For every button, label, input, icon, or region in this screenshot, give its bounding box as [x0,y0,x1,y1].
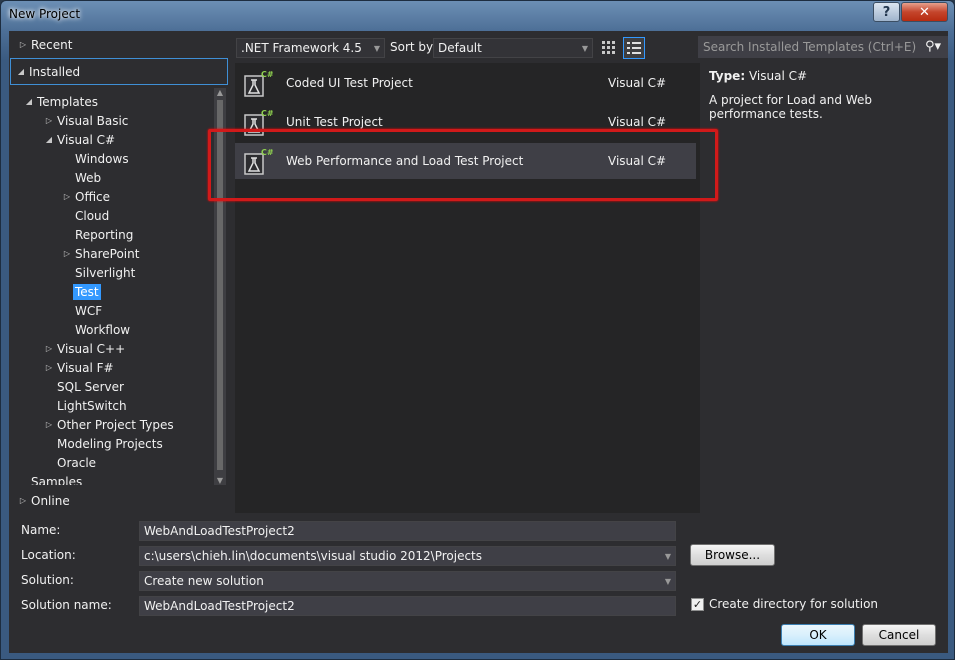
cancel-button[interactable]: Cancel [862,624,936,646]
solution-label: Solution: [21,573,74,587]
expand-arrow-icon[interactable]: ▷ [43,420,55,429]
framework-dropdown[interactable]: .NET Framework 4.5 ▼ [236,38,385,58]
tree-item-label: Test [73,283,101,300]
tree-item-label: Visual C# [57,132,116,147]
chevron-down-icon[interactable]: ▼ [665,552,671,561]
chevron-down-icon: ▼ [664,577,671,586]
expand-arrow-icon: ▷ [19,40,27,49]
tree-item-label: Office [75,189,111,204]
template-language: Visual C# [608,76,667,90]
list-view-icon [627,42,641,54]
browse-button[interactable]: Browse... [690,544,775,566]
template-name: Coded UI Test Project [286,76,413,90]
dialog-body: ▷ Recent ◢ Installed ◢ Templates ▷ Visual B… [9,31,948,653]
chevron-down-icon: ▼ [581,44,588,53]
tree-item-label: Visual F# [57,360,114,375]
help-button[interactable]: ? [873,2,900,22]
collapse-arrow-icon[interactable]: ◢ [43,135,55,144]
search-icon[interactable]: ⚲▾ [925,39,941,54]
tree-item-label: SharePoint [75,246,140,261]
solution-name-input[interactable]: WebAndLoadTestProject2 [139,596,676,616]
type-line: Type: Visual C# [709,69,939,83]
window-title: New Project [9,7,81,21]
templates-toolbar: .NET Framework 4.5 ▼ Sort by: Default ▼ [235,37,700,59]
csharp-badge: C# [261,109,273,118]
chevron-down-icon: ▼ [373,44,380,53]
medium-icons-view-button[interactable] [598,37,620,59]
location-combobox[interactable]: c:\users\chieh.lin\documents\visual stud… [139,546,676,566]
name-label: Name: [21,523,61,537]
close-button[interactable]: ✕ [901,2,948,22]
tree-item-label: Windows [75,151,129,166]
nav-samples[interactable]: Samples [29,471,239,485]
location-label: Location: [21,548,76,562]
search-input[interactable]: Search Installed Templates (Ctrl+E) [703,40,916,54]
category-tree: ▷ Recent ◢ Installed ◢ Templates ▷ Visual B… [9,31,229,513]
nav-online[interactable]: ▷ Online [17,491,227,510]
expand-arrow-icon[interactable]: ▷ [61,249,73,258]
tree-item-label: Templates [37,94,99,109]
tree-item-label: WCF [75,303,103,318]
expand-arrow-icon[interactable]: ▷ [43,116,55,125]
tree-item-label: Web [75,170,102,185]
help-icon: ? [882,4,891,20]
expand-arrow-icon: ▷ [19,496,27,505]
create-directory-label[interactable]: Create directory for solution [709,597,878,611]
sort-dropdown[interactable]: Default ▼ [433,38,593,58]
title-bar[interactable]: New Project ? ✕ [1,1,954,31]
tree-item-label: Workflow [75,322,131,337]
expand-arrow-icon[interactable]: ▷ [43,363,55,372]
template-item[interactable]: C# Coded UI Test Project Visual C# [235,65,696,101]
nav-installed[interactable]: ◢ Installed [10,58,228,85]
collapse-arrow-icon[interactable]: ◢ [23,97,35,106]
type-label: Type: [709,69,746,83]
close-icon: ✕ [919,4,930,20]
template-name: Unit Test Project [286,115,383,129]
csharp-badge: C# [261,70,273,79]
grid-view-icon [602,41,615,54]
tree-item-label: Modeling Projects [57,436,163,451]
tree-item-label: Reporting [75,227,134,242]
name-input[interactable]: WebAndLoadTestProject2 [139,521,676,541]
solution-name-label: Solution name: [21,598,112,612]
tree-item-label: SQL Server [57,379,124,394]
tree-item-label: Oracle [57,455,97,470]
template-description: A project for Load and Web performance t… [709,93,872,121]
search-box[interactable]: Search Installed Templates (Ctrl+E) ⚲▾ [698,36,948,58]
collapse-arrow-icon: ◢ [17,67,25,76]
solution-dropdown[interactable]: Create new solution ▼ [139,571,676,591]
tree-item-label: Other Project Types [57,417,174,432]
template-language: Visual C# [608,115,667,129]
sort-by-label: Sort by: [390,40,437,54]
tree-item-label: Visual Basic [57,113,129,128]
create-directory-checkbox[interactable]: ✓ [691,598,704,611]
tree-item-label: Silverlight [75,265,136,280]
template-details: Type: Visual C# A project for Load and W… [709,69,939,121]
expand-arrow-icon[interactable]: ▷ [61,192,73,201]
expand-arrow-icon[interactable]: ▷ [43,344,55,353]
type-value: Visual C# [748,69,808,83]
tree-item-label: LightSwitch [57,398,127,413]
scroll-down-icon[interactable]: ▼ [214,476,226,485]
new-project-dialog: New Project ? ✕ ▷ Recent ◢ Installed ◢ Te… [0,0,955,660]
tree-item[interactable]: ◢ Templates [23,92,233,111]
details-view-button[interactable] [623,37,645,59]
ok-button[interactable]: OK [781,624,855,646]
nav-recent[interactable]: ▷ Recent [17,35,227,54]
annotation-highlight-box [208,129,718,201]
tree-item-label: Visual C++ [57,341,126,356]
test-flask-icon: C# [244,70,273,97]
tree-item-label: Cloud [75,208,110,223]
scroll-up-icon[interactable]: ▲ [214,88,226,97]
checkmark-icon: ✓ [692,598,703,611]
